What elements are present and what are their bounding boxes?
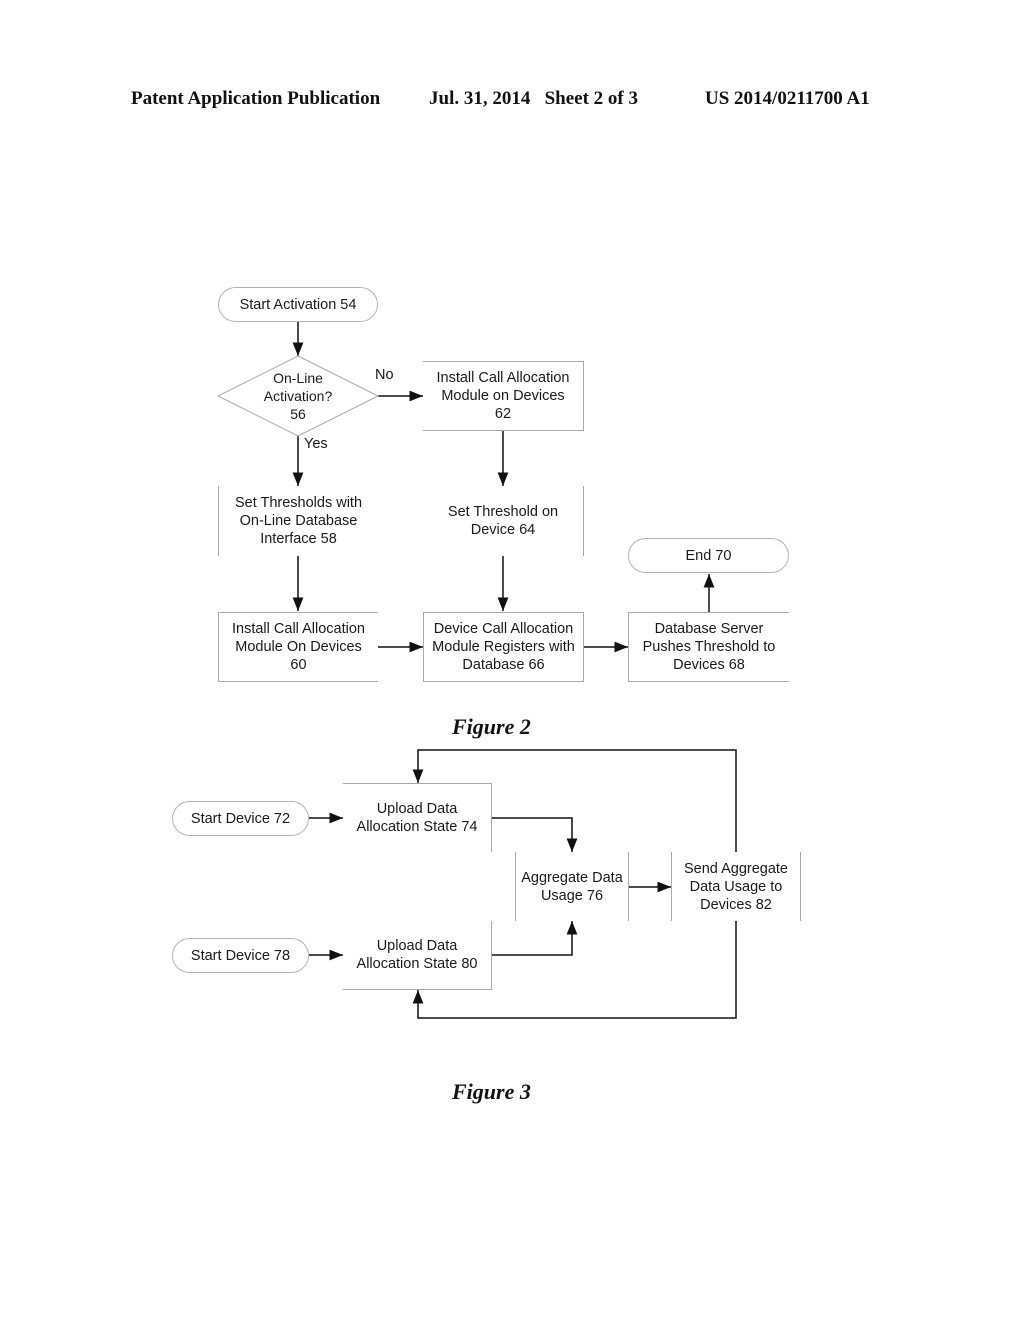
process-install-module-62: Install Call Allocation Module on Device…: [423, 361, 584, 431]
process-upload-state-74: Upload Data Allocation State 74: [343, 783, 492, 852]
decision-online-activation-56: On-Line Activation? 56: [263, 370, 333, 422]
terminal-end-70: End 70: [628, 538, 789, 573]
label-yes: Yes: [304, 436, 328, 452]
edge-80-76: [492, 921, 578, 956]
process-aggregate-usage-76: Aggregate Data Usage 76: [515, 852, 629, 921]
process-upload-state-80: Upload Data Allocation State 80: [343, 921, 492, 990]
process-device-registers-66: Device Call Allocation Module Registers …: [423, 612, 584, 682]
process-install-module-60: Install Call Allocation Module On Device…: [218, 612, 378, 682]
terminal-start-device-72: Start Device 72: [172, 801, 309, 836]
process-set-thresholds-58: Set Thresholds with On-Line Database Int…: [218, 486, 378, 556]
process-server-pushes-68: Database Server Pushes Threshold to Devi…: [628, 612, 789, 682]
figure-2-caption: Figure 2: [452, 714, 531, 739]
process-send-aggregate-82: Send Aggregate Data Usage to Devices 82: [671, 852, 801, 921]
process-set-threshold-device-64: Set Threshold on Device 64: [423, 486, 584, 556]
edge-74-76: [492, 817, 578, 852]
terminal-start-device-78: Start Device 78: [172, 938, 309, 973]
figure-3-caption: Figure 3: [452, 1079, 531, 1104]
terminal-start-activation-54: Start Activation 54: [218, 287, 378, 322]
label-no: No: [375, 367, 394, 383]
